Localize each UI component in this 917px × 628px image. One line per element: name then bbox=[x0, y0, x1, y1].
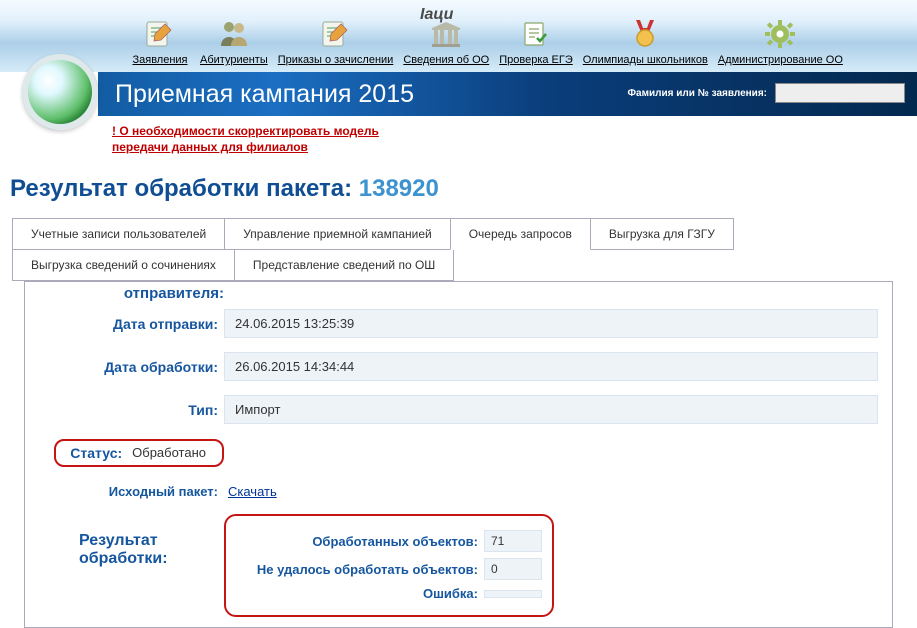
document-pencil-icon bbox=[142, 17, 178, 51]
processed-objs-value: 71 bbox=[484, 530, 542, 552]
source-packet-label: Исходный пакет: bbox=[39, 484, 224, 499]
type-label: Тип: bbox=[39, 402, 224, 418]
medal-icon bbox=[627, 17, 663, 51]
gear-icon bbox=[762, 17, 798, 51]
notice-text-line1: ! О необходимости скорректировать модель bbox=[112, 124, 379, 138]
download-link[interactable]: Скачать bbox=[228, 484, 277, 499]
result-label: Результат обработки: bbox=[39, 514, 224, 617]
banner: Приемная кампания 2015 Фамилия или № зая… bbox=[0, 72, 917, 116]
nav-label: Заявления bbox=[132, 54, 187, 66]
error-label: Ошибка: bbox=[236, 586, 484, 601]
nav-item-applicants[interactable]: Абитуриенты bbox=[200, 17, 268, 66]
heading-packet-id: 138920 bbox=[359, 175, 439, 202]
tab-user-accounts[interactable]: Учетные записи пользователей bbox=[12, 218, 225, 250]
watermark-text: Iаци bbox=[420, 6, 453, 24]
nav-label: Абитуриенты bbox=[200, 54, 268, 66]
processed-objs-label: Обработанных объектов: bbox=[236, 534, 484, 549]
nav-label: Администрирование ОО bbox=[718, 54, 843, 66]
notice-link[interactable]: ! О необходимости скорректировать модель… bbox=[112, 124, 379, 154]
banner-search: Фамилия или № заявления: bbox=[628, 83, 906, 103]
tab-campaign-mgmt[interactable]: Управление приемной кампанией bbox=[224, 218, 451, 250]
logo-icon bbox=[22, 54, 98, 130]
nav-item-enrollment-orders[interactable]: Приказы о зачислении bbox=[278, 17, 394, 66]
failed-objs-label: Не удалось обработать объектов: bbox=[236, 562, 484, 577]
nav-item-olympiads[interactable]: Олимпиады школьников bbox=[583, 17, 708, 66]
nav-item-applications[interactable]: Заявления bbox=[130, 17, 190, 66]
tab-essay-export[interactable]: Выгрузка сведений о сочинениях bbox=[12, 249, 235, 281]
document-check-icon bbox=[518, 17, 554, 51]
status-highlight: Статус: Обработано bbox=[54, 439, 224, 467]
page-heading: Результат обработки пакета: 138920 bbox=[0, 163, 917, 217]
tab-gzgu-export[interactable]: Выгрузка для ГЗГУ bbox=[590, 218, 734, 250]
sent-date-label: Дата отправки: bbox=[39, 316, 224, 332]
heading-prefix: Результат обработки пакета: bbox=[10, 175, 359, 202]
failed-objs-value: 0 bbox=[484, 558, 542, 580]
tab-osh-submission[interactable]: Представление сведений по ОШ bbox=[234, 249, 454, 281]
nav-item-org-info[interactable]: Сведения об ОО bbox=[403, 17, 489, 66]
document-pencil-icon bbox=[318, 17, 354, 51]
content-frame: отправителя: Дата отправки: 24.06.2015 1… bbox=[24, 281, 893, 628]
status-label: Статус: bbox=[60, 443, 128, 463]
notice-text-line2: передачи данных для филиалов bbox=[112, 140, 308, 154]
processed-date-value: 26.06.2015 14:34:44 bbox=[224, 352, 878, 381]
sender-label-cut: отправителя: bbox=[39, 285, 224, 302]
nav-label: Приказы о зачислении bbox=[278, 54, 394, 66]
search-input[interactable] bbox=[775, 83, 905, 103]
nav-label: Сведения об ОО bbox=[403, 54, 489, 66]
top-nav-bar: Iаци Заявления Абитуриенты Приказы о зач… bbox=[0, 0, 917, 72]
notice-bar: ! О необходимости скорректировать модель… bbox=[0, 116, 917, 163]
nav-item-admin[interactable]: Администрирование ОО bbox=[718, 17, 843, 66]
nav-item-ege-check[interactable]: Проверка ЕГЭ bbox=[499, 17, 573, 66]
search-label: Фамилия или № заявления: bbox=[628, 88, 768, 99]
sent-date-value: 24.06.2015 13:25:39 bbox=[224, 309, 878, 338]
result-highlight-box: Обработанных объектов: 71 Не удалось обр… bbox=[224, 514, 554, 617]
processed-date-label: Дата обработки: bbox=[39, 359, 224, 375]
status-value: Обработано bbox=[128, 443, 218, 462]
nav-label: Проверка ЕГЭ bbox=[499, 54, 573, 66]
result-block: Результат обработки: Обработанных объект… bbox=[39, 514, 878, 617]
tabs-container: Учетные записи пользователей Управление … bbox=[0, 217, 917, 628]
type-value: Импорт bbox=[224, 395, 878, 424]
people-icon bbox=[216, 17, 252, 51]
banner-title: Приемная кампания 2015 bbox=[115, 80, 414, 109]
error-value bbox=[484, 590, 542, 598]
tab-request-queue[interactable]: Очередь запросов bbox=[450, 218, 591, 250]
details-panel: отправителя: Дата отправки: 24.06.2015 1… bbox=[25, 282, 892, 627]
nav-label: Олимпиады школьников bbox=[583, 54, 708, 66]
